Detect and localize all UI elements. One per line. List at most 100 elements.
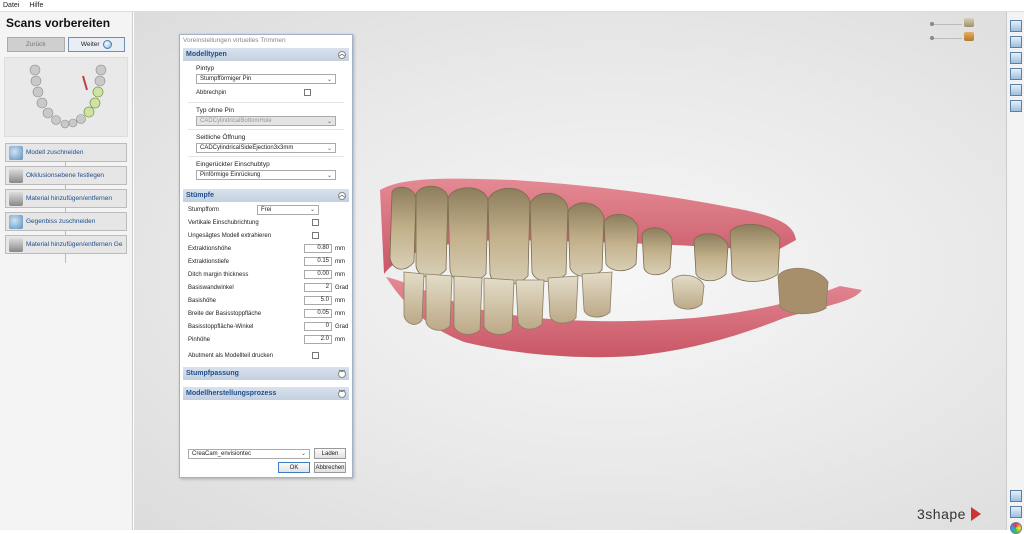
upper-jaw-opacity-slider[interactable]	[932, 24, 962, 25]
typ-ohne-pin-label: Typ ohne Pin	[196, 107, 234, 114]
field-unit: mm	[335, 271, 345, 278]
basiswandwinkel-input[interactable]: 2	[304, 283, 332, 292]
view-top-icon[interactable]	[1010, 68, 1022, 80]
extraktionshoehe-input[interactable]: 0.80	[304, 244, 332, 253]
field-label: Basishöhe	[188, 297, 217, 304]
vertikale-row: Vertikale Einschubrichtung	[188, 216, 344, 229]
next-button-label: Weiter	[80, 41, 100, 48]
slider-knob[interactable]	[930, 22, 934, 26]
pintyp-select[interactable]: Stumpfförmiger Pin ⌄	[196, 74, 336, 84]
upper-jaw-icon	[964, 18, 974, 27]
chevron-down-icon: ⌄	[326, 118, 332, 125]
field-row: Extraktionstiefe 0.15 mm	[188, 255, 345, 268]
field-label: Basiswandwinkel	[188, 284, 234, 291]
field-unit: mm	[335, 297, 345, 304]
ungesaegtes-row: Ungesägtes Modell extrahieren	[188, 229, 344, 242]
ungesaegtes-label: Ungesägtes Modell extrahieren	[188, 232, 272, 239]
section-modellherstellung[interactable]: Modellherstellungsprozess ﹀	[183, 387, 349, 400]
color-icon[interactable]	[1010, 522, 1022, 534]
view-back-icon[interactable]	[1010, 100, 1022, 112]
field-row: Breite der Basisstoppfläche 0.05 mm	[188, 307, 345, 320]
screenshot-icon[interactable]	[1010, 490, 1022, 502]
material-icon	[9, 237, 23, 252]
basisstoppflaeche-winkel-input[interactable]: 0	[304, 322, 332, 331]
section-title: Stümpfe	[186, 192, 214, 199]
seitliche-select[interactable]: CADCylindricalSideEjection3x3mm ⌄	[196, 143, 336, 153]
field-unit: Grad	[335, 284, 349, 291]
abbrechpin-checkbox[interactable]	[304, 89, 311, 96]
workflow-steps: Modell zuschneiden Okklusionsebene festl…	[0, 143, 132, 263]
step-occlusion-plane[interactable]: Okklusionsebene festlegen	[5, 166, 127, 185]
step-antagonist-material[interactable]: Material hinzufügen/entfernen Ge	[5, 235, 127, 254]
chevron-down-icon[interactable]: ﹀	[338, 369, 346, 378]
workflow-panel: Scans vorbereiten Zurück Weiter Modell z…	[0, 12, 133, 530]
step-label: Material hinzufügen/entfernen Ge	[26, 241, 123, 248]
step-model-cut[interactable]: Modell zuschneiden	[5, 143, 127, 162]
nav-buttons: Zurück Weiter	[0, 37, 132, 52]
chevron-up-icon[interactable]: ︿	[338, 191, 346, 200]
back-button[interactable]: Zurück	[7, 37, 65, 52]
view-front-icon[interactable]	[1010, 20, 1022, 32]
section-stumpfpassung[interactable]: Stumpfpassung ﹀	[183, 367, 349, 380]
view-left-icon[interactable]	[1010, 36, 1022, 48]
menu-hilfe[interactable]: Hilfe	[29, 2, 43, 9]
menu-datei[interactable]: Datei	[3, 2, 19, 9]
stumpfform-label: Stumpfform	[188, 206, 219, 213]
abutment-row: Abutment als Modellteil drucken	[188, 349, 344, 362]
field-label: Extraktionshöhe	[188, 245, 232, 252]
section-title: Modellherstellungsprozess	[186, 390, 277, 397]
material-icon	[9, 191, 23, 206]
chevron-up-icon[interactable]: ︿	[338, 50, 346, 59]
brand-logo: 3shape	[917, 506, 983, 522]
next-arrow-icon	[102, 40, 112, 49]
section-title: Stumpfpassung	[186, 370, 239, 377]
jaw-overview[interactable]	[4, 57, 128, 137]
stumpfform-select[interactable]: Frei ⌄	[257, 204, 319, 215]
trimming-settings-dialog: Voreinstellungen virtuelles Trimmen Mode…	[179, 34, 353, 478]
view-toolbar	[1006, 12, 1024, 534]
field-row: Basishöhe 5.0 mm	[188, 294, 345, 307]
view-right-icon[interactable]	[1010, 52, 1022, 64]
ditch-margin-input[interactable]: 0.00	[304, 270, 332, 279]
vertikale-checkbox[interactable]	[312, 219, 319, 226]
process-select[interactable]: CreaCam_envisiontec ⌄	[188, 448, 310, 459]
step-label: Gegenbiss zuschneiden	[26, 218, 96, 225]
basishoehe-input[interactable]: 5.0	[304, 296, 332, 305]
next-button[interactable]: Weiter	[67, 37, 125, 52]
ok-button[interactable]: OK	[278, 462, 310, 473]
field-unit: mm	[335, 258, 345, 265]
extraktionstiefe-input[interactable]: 0.15	[304, 257, 332, 266]
stumpfform-row: Stumpfform Frei ⌄	[188, 203, 344, 216]
abbrechpin-label: Abbrechpin	[196, 89, 227, 96]
brand-logo-icon	[970, 507, 981, 521]
chevron-down-icon[interactable]: ﹀	[338, 389, 346, 398]
ungesaegtes-checkbox[interactable]	[312, 232, 319, 239]
step-label: Material hinzufügen/entfernen	[26, 195, 113, 202]
abutment-checkbox[interactable]	[312, 352, 319, 359]
step-label: Modell zuschneiden	[26, 149, 84, 156]
einschub-select[interactable]: Pinförmige Einrückung ⌄	[196, 170, 336, 180]
slider-knob[interactable]	[930, 36, 934, 40]
field-unit: mm	[335, 310, 345, 317]
typ-ohne-pin-group: Typ ohne Pin CADCylindricalBottomHole ⌄	[188, 107, 344, 130]
load-button[interactable]: Laden	[314, 448, 346, 459]
field-label: Basisstoppfläche-Winkel	[188, 323, 254, 330]
field-label: Breite der Basisstoppfläche	[188, 310, 262, 317]
step-antagonist-cut[interactable]: Gegenbiss zuschneiden	[5, 212, 127, 231]
cancel-button[interactable]: Abbrechen	[314, 462, 346, 473]
pinhoehe-input[interactable]: 2.0	[304, 335, 332, 344]
step-material[interactable]: Material hinzufügen/entfernen	[5, 189, 127, 208]
field-row: Pinhöhe 2.0 mm	[188, 333, 345, 346]
field-label: Pinhöhe	[188, 336, 211, 343]
seitliche-label: Seitliche Öffnung	[196, 134, 246, 141]
einschub-label: Eingerückter Einschubtyp	[196, 161, 270, 168]
basisstoppflaeche-breite-input[interactable]: 0.05	[304, 309, 332, 318]
process-row: CreaCam_envisiontec ⌄ Laden	[188, 448, 346, 459]
measure-icon[interactable]	[1010, 506, 1022, 518]
view-bottom-icon[interactable]	[1010, 84, 1022, 96]
section-modelltypen[interactable]: Modelltypen ︿	[183, 48, 349, 61]
typ-ohne-pin-select[interactable]: CADCylindricalBottomHole ⌄	[196, 116, 336, 126]
step-label: Okklusionsebene festlegen	[26, 172, 105, 179]
lower-jaw-opacity-slider[interactable]	[932, 38, 962, 39]
section-stuempfe[interactable]: Stümpfe ︿	[183, 189, 349, 202]
